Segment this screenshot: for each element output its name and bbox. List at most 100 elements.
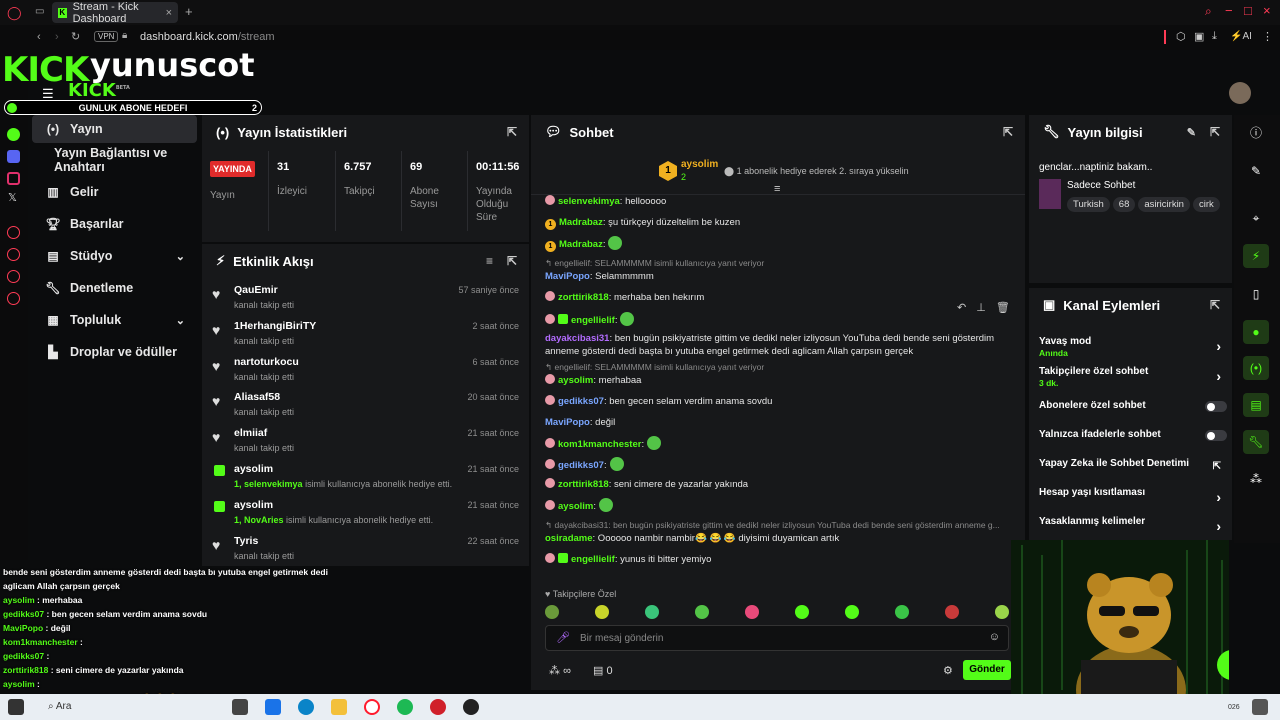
history-icon[interactable]	[7, 226, 20, 239]
bookmarks-icon[interactable]	[7, 248, 20, 261]
chat-username[interactable]: aysolim	[558, 375, 593, 386]
chat-message[interactable]: zorttirik818: merhaba ben hekırım	[545, 290, 1015, 304]
toggle-switch[interactable]	[1205, 430, 1227, 441]
sidebar-item-stream-key[interactable]: Yayın Bağlantısı ve Anahtarı	[32, 146, 197, 174]
vpn-badge[interactable]: VPN	[94, 31, 119, 42]
popout-icon[interactable]: ⇱	[1003, 125, 1013, 139]
chat-message[interactable]: 1 Madrabaz: şu türkçeyi düzeltelim be kuz…	[545, 216, 1015, 230]
search-icon[interactable]: ⌕ Ara	[48, 701, 71, 712]
chat-message[interactable]: aysolim:	[545, 498, 1015, 513]
chat-message[interactable]: 1 Madrabaz:	[545, 236, 1015, 253]
instagram-icon[interactable]	[7, 172, 20, 185]
task-view-icon[interactable]	[232, 699, 248, 715]
emote-icon[interactable]	[595, 605, 609, 619]
emote-icon[interactable]	[945, 605, 959, 619]
event-item[interactable]: ♥ QauEmir kanalı takip etti 57 saniye önce	[202, 280, 529, 316]
gift-icon[interactable]: ▤ 0	[593, 664, 613, 677]
emote-icon[interactable]	[845, 605, 859, 619]
event-item[interactable]: ♥ Tyris kanalı takip etti 22 saat önce	[202, 531, 529, 566]
emote-icon[interactable]	[895, 605, 909, 619]
event-item[interactable]: ♥ Aliasaf58 kanalı takip etti 20 saat önce	[202, 387, 529, 423]
more-icon[interactable]: ⁂	[1243, 467, 1269, 491]
chat-input[interactable]: 🎤︎ Bir mesaj gönderin ☺	[545, 625, 1009, 651]
chat-message[interactable]: engellielif:	[545, 311, 1015, 327]
popout-icon[interactable]: ⇱	[507, 125, 517, 139]
chat-username[interactable]: selenvekimya	[558, 196, 620, 207]
start-icon[interactable]	[8, 699, 24, 715]
tab-menu-icon[interactable]: ▭	[35, 6, 44, 17]
reload-icon[interactable]: ↻	[71, 30, 80, 43]
channel-action-item[interactable]: Abonelere özel sohbet	[1039, 400, 1227, 424]
chat-message[interactable]: osiradame: Oooooo nambir nambir😂 😂 😂 diy…	[545, 532, 1015, 545]
ai-button[interactable]: ⚡AI	[1230, 31, 1252, 42]
emote-icon[interactable]	[695, 605, 709, 619]
emote-icon[interactable]	[995, 605, 1009, 619]
info-icon[interactable]: ⓘ	[1243, 120, 1269, 144]
layout-icon[interactable]: ▤	[1243, 393, 1269, 417]
expand-icon[interactable]: ≡	[774, 183, 780, 195]
toggle-switch[interactable]	[1205, 401, 1227, 412]
chat-username[interactable]: aysolim	[558, 501, 593, 512]
opera-icon[interactable]	[364, 699, 380, 715]
send-button[interactable]: Gönder	[963, 660, 1011, 680]
chat-message[interactable]: gedikks07: ben gecen selam verdim anama …	[545, 394, 1015, 408]
explorer-icon[interactable]	[331, 699, 347, 715]
close-tab-icon[interactable]: ×	[166, 7, 172, 19]
bolt-icon[interactable]: ⚡︎	[1243, 244, 1269, 268]
chat-username[interactable]: kom1kmanchester	[558, 439, 641, 450]
chat-message[interactable]: dayakcibasi31: ben bugün psikiyatriste g…	[545, 332, 1015, 358]
chat-username[interactable]: engellielif	[571, 554, 615, 565]
mail-icon[interactable]	[265, 699, 281, 715]
event-item[interactable]: ♥ elmiiaf kanalı takip etti 21 saat önce	[202, 423, 529, 459]
search-icon[interactable]: ⌕	[1205, 4, 1212, 19]
chat-username[interactable]: zorttirik818	[558, 292, 609, 303]
popout-icon[interactable]: ⇱	[1210, 298, 1220, 312]
event-item[interactable]: aysolim 1, selenvekimya isimli kullanıcıy…	[202, 459, 529, 495]
avatar[interactable]	[1229, 82, 1251, 104]
forward-icon[interactable]: ›	[55, 31, 59, 43]
chat-message[interactable]: MaviPopo: Selammmmm	[545, 270, 1015, 283]
chat-username[interactable]: engellielif	[571, 315, 615, 326]
popout-icon[interactable]: ⇱	[507, 254, 517, 268]
minimize-icon[interactable]: −	[1225, 3, 1233, 18]
sidebar-item-droplar[interactable]: ▙ Droplar ve ödüller	[32, 338, 197, 366]
chat-username[interactable]: osiradame	[545, 533, 593, 544]
new-tab-icon[interactable]: +	[185, 4, 193, 19]
chat-username[interactable]: Madrabaz	[559, 239, 603, 250]
app-icon[interactable]	[430, 699, 446, 715]
document-icon[interactable]: ▯	[1243, 282, 1269, 306]
chat-username[interactable]: gedikks07	[558, 460, 604, 471]
channel-action-item[interactable]: Yapay Zeka ile Sohbet Denetimi ⇱	[1039, 458, 1221, 482]
chat-username[interactable]: gedikks07	[558, 396, 604, 407]
back-icon[interactable]: ‹	[37, 31, 41, 43]
event-item[interactable]: ♥ nartoturkocu kanalı takip etti 6 saat önc…	[202, 352, 529, 388]
filter-icon[interactable]: ≡	[486, 254, 493, 268]
notification-icon[interactable]	[1252, 699, 1268, 715]
chat-message[interactable]: kom1kmanchester:	[545, 436, 1015, 451]
edit-icon[interactable]: ✎	[1243, 159, 1269, 183]
browser-tab[interactable]: K Stream - Kick Dashboard ×	[52, 1, 178, 25]
chat-message[interactable]: gedikks07:	[545, 457, 1015, 472]
maximize-icon[interactable]: □	[1244, 3, 1252, 18]
channel-action-item[interactable]: Yalnızca ifadelerle sohbet	[1039, 429, 1227, 453]
chat-username[interactable]: zorttirik818	[558, 479, 609, 490]
emote-icon[interactable]	[795, 605, 809, 619]
spotify-icon[interactable]	[397, 699, 413, 715]
settings-icon[interactable]	[7, 292, 20, 305]
whatsapp-icon[interactable]	[7, 128, 20, 141]
emote-icon[interactable]	[645, 605, 659, 619]
sidebar-item-yayin[interactable]: (•) Yayın	[32, 115, 197, 143]
mic-icon[interactable]: 🎤︎	[556, 631, 570, 644]
more-menu-icon[interactable]: ⋮	[1262, 30, 1273, 43]
emote-icon[interactable]	[545, 605, 559, 619]
broadcast-icon[interactable]: (•)	[1243, 356, 1269, 380]
opera-logo-icon[interactable]: ◯	[7, 5, 22, 21]
target-icon[interactable]: ⌖	[1243, 206, 1269, 230]
channel-action-item[interactable]: Hesap yaşı kısıtlaması ›	[1039, 487, 1221, 511]
discord-icon[interactable]	[7, 150, 20, 163]
event-item[interactable]: aysolim 1, NovAries isimli kullanıcıya ab…	[202, 495, 529, 531]
x-icon[interactable]: 𝕏	[8, 191, 17, 204]
chat-username[interactable]: dayakcibasi31	[545, 333, 609, 344]
channel-action-item[interactable]: Takipçilere özel sohbet 3 dk. ›	[1039, 366, 1221, 390]
wallet-icon[interactable]: ▣	[1194, 30, 1204, 43]
